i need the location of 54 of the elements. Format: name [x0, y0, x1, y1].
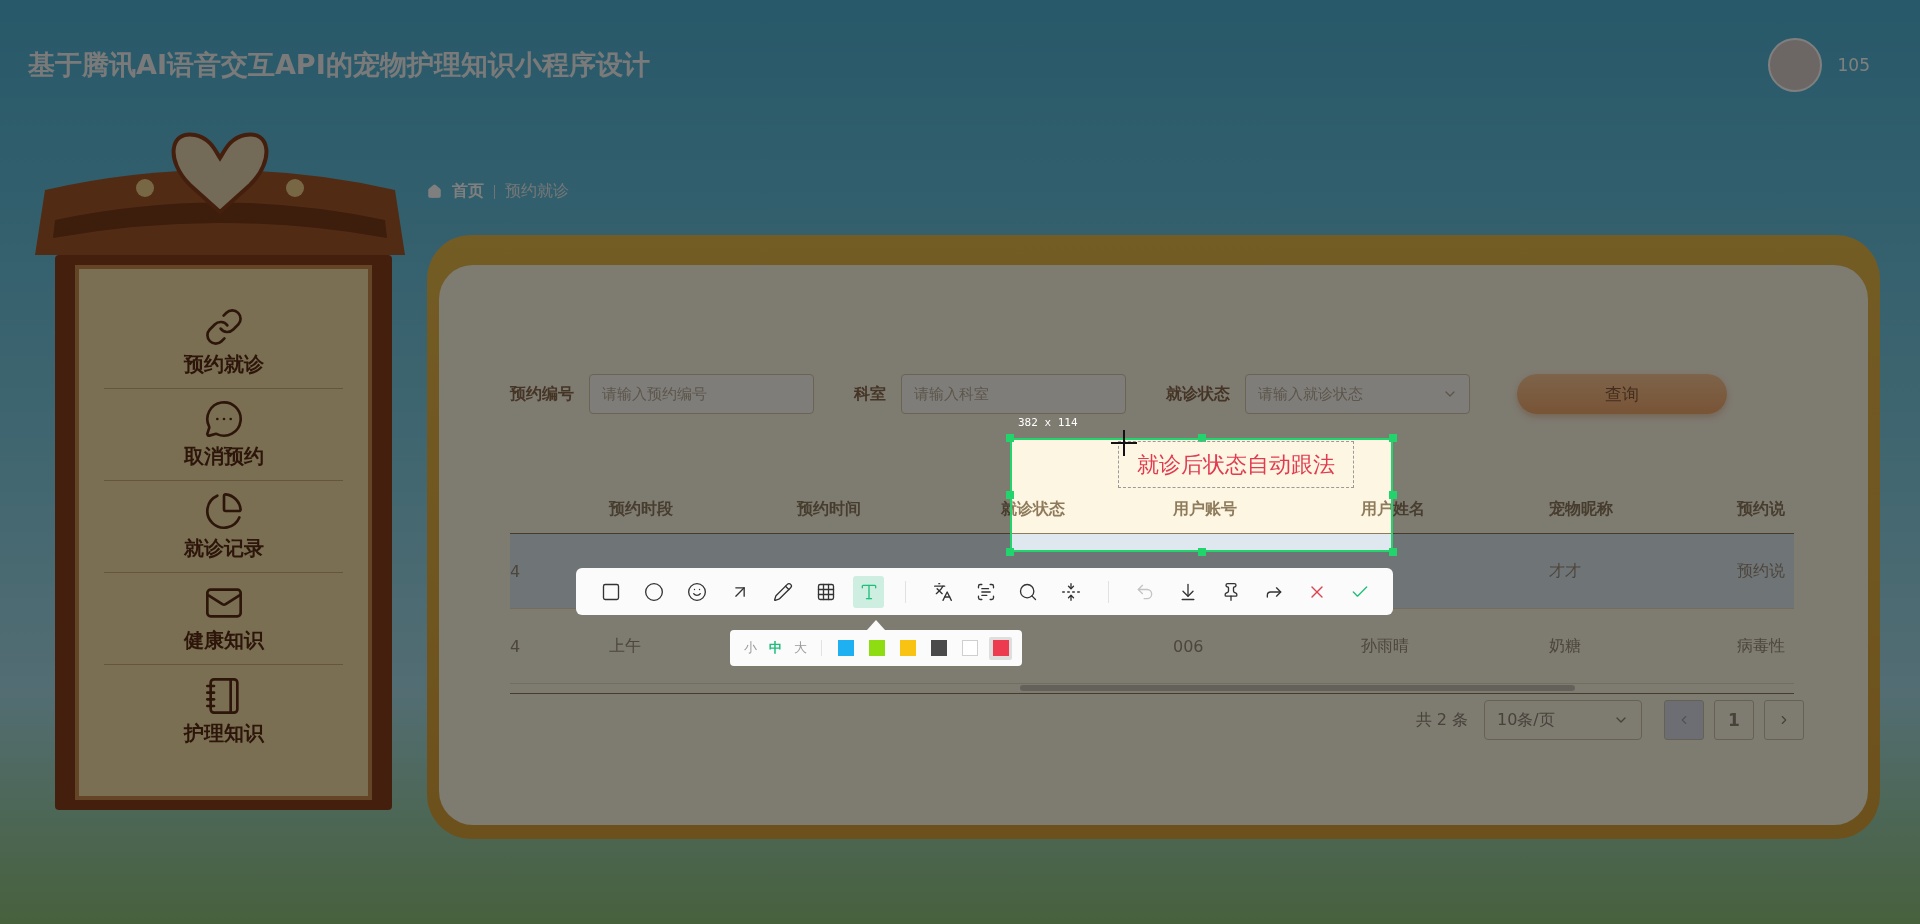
sidebar-item[interactable]: 护理知识 — [104, 665, 343, 757]
text-annotation[interactable]: 就诊后状态自动跟法 — [1118, 441, 1354, 488]
menu-icon — [203, 399, 244, 439]
resize-handle[interactable] — [1389, 548, 1397, 556]
app-title: 基于腾讯AI语音交互API的宠物护理知识小程序设计 — [28, 48, 650, 82]
sidebar-item[interactable]: 就诊记录 — [104, 481, 343, 573]
column-header: 宠物昵称 — [1549, 499, 1613, 518]
resize-handle[interactable] — [1197, 548, 1206, 556]
pencil-icon — [773, 581, 793, 602]
user-name: 105 — [1837, 55, 1870, 75]
avatar[interactable] — [1767, 38, 1822, 92]
text-size-option[interactable]: 大 — [792, 639, 809, 657]
menu-icon — [203, 307, 244, 347]
text-tool[interactable] — [853, 575, 885, 608]
selection-size-label: 382 x 114 — [1018, 416, 1078, 429]
circle-icon — [644, 581, 665, 602]
scrollbar-thumb[interactable] — [1020, 685, 1575, 691]
field-label: 就诊状态 — [1166, 383, 1230, 405]
page-button[interactable]: 1 — [1714, 700, 1754, 740]
table-cell: 预约说 — [1737, 560, 1785, 580]
sidebar-item[interactable]: 取消预约 — [104, 389, 343, 481]
long-screenshot-icon — [1061, 581, 1082, 602]
next-page-button[interactable] — [1764, 700, 1804, 740]
menu-icon — [203, 491, 244, 531]
home-icon — [427, 184, 442, 199]
translate-icon — [932, 581, 953, 602]
rectangle-icon — [601, 581, 622, 602]
text-size-option[interactable]: 中 — [767, 639, 784, 657]
sidebar-item[interactable]: 健康知识 — [104, 573, 343, 665]
text-size-option[interactable]: 小 — [742, 639, 759, 657]
sparkle-search-icon — [1018, 581, 1039, 602]
table-cell: 才才 — [1549, 560, 1581, 580]
resize-handle[interactable] — [1006, 548, 1014, 556]
resize-handle[interactable] — [1006, 434, 1014, 442]
resize-handle[interactable] — [1197, 434, 1206, 442]
crosshair-cursor-icon — [1111, 430, 1137, 456]
table-cell: 4 — [510, 561, 521, 581]
sidebar-item[interactable]: 预约就诊 — [104, 297, 343, 389]
column-header: 预约时间 — [797, 499, 861, 518]
smiley-icon — [687, 581, 708, 602]
column-header: 用户账号 — [1173, 499, 1237, 518]
breadcrumb-link[interactable]: 预约就诊 — [505, 181, 569, 202]
page-size-select[interactable]: 10条/页 — [1484, 700, 1642, 740]
column-header: 预约时段 — [609, 499, 673, 518]
resize-handle[interactable] — [1006, 491, 1014, 499]
resize-handle[interactable] — [1389, 434, 1397, 442]
field-label: 科室 — [854, 383, 886, 405]
field-label: 预约编号 — [510, 383, 574, 405]
total-count: 共 2 条 — [1415, 709, 1468, 731]
text-scan-icon — [975, 581, 996, 602]
breadcrumb-link[interactable]: 首页 — [452, 181, 484, 202]
mosaic-icon — [815, 581, 836, 602]
column-header: 预约说 — [1737, 499, 1785, 518]
resize-handle[interactable] — [1389, 491, 1397, 499]
